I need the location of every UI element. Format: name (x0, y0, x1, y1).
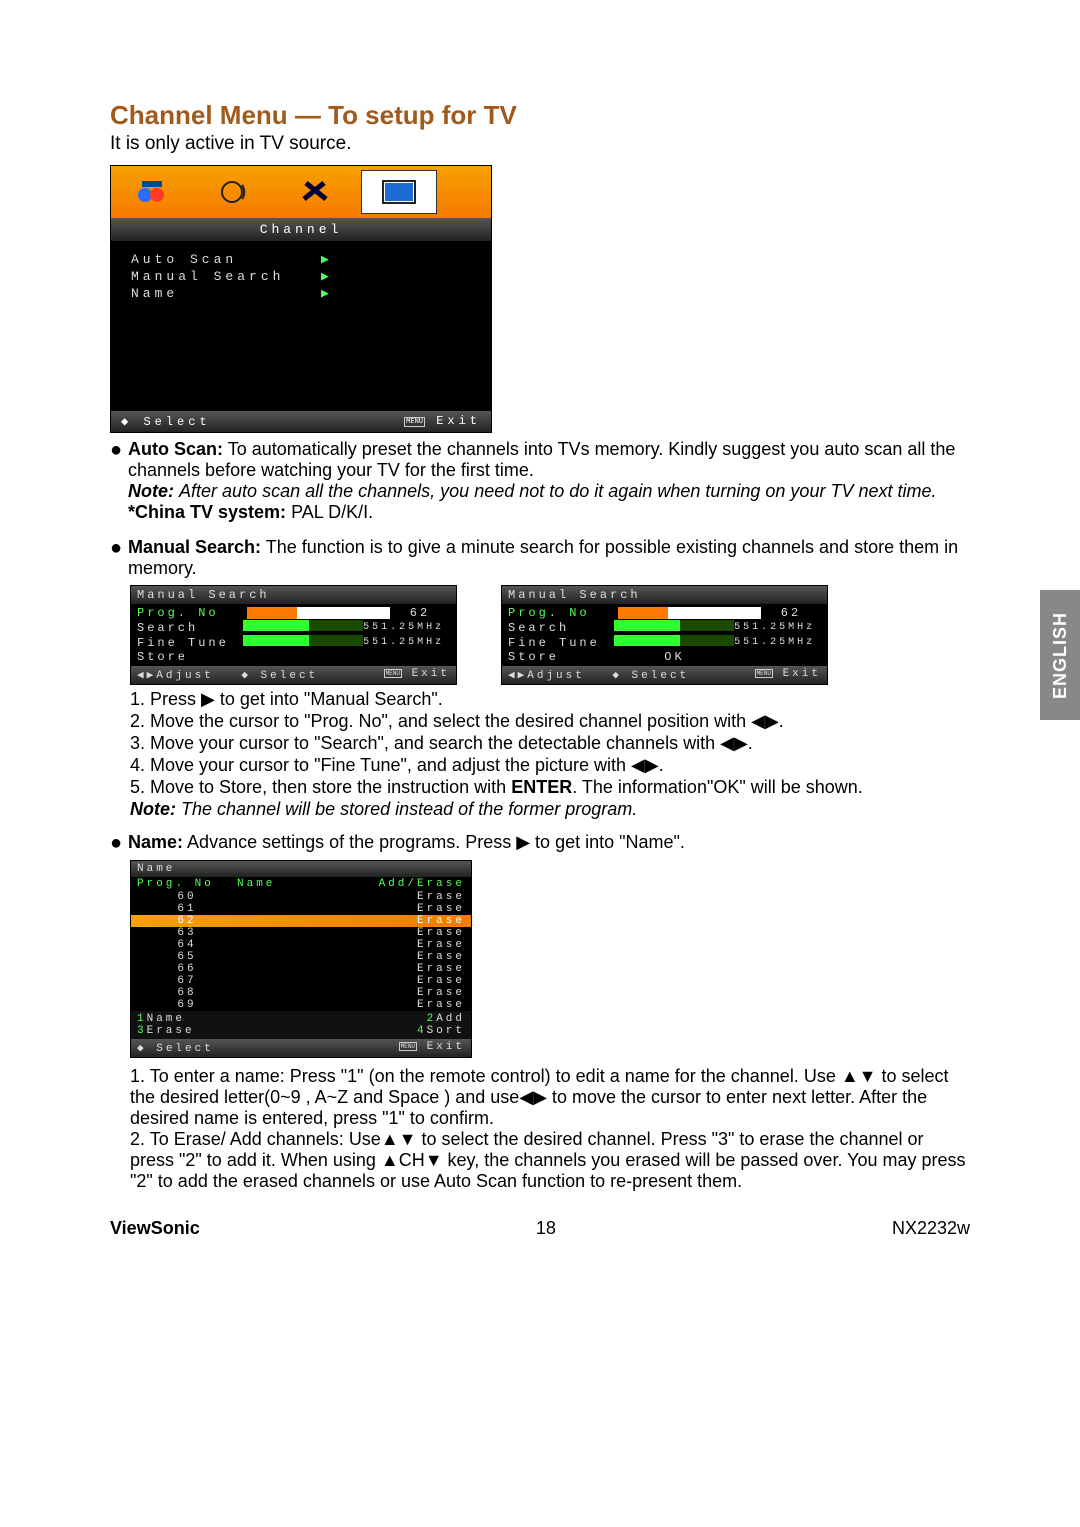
osd-body: Auto Scan ▶ Manual Search ▶ Name ▶ (111, 241, 491, 411)
osd-item-name[interactable]: Name ▶ (131, 285, 491, 302)
name-osd: Name Prog. No Name Add/Erase 60Erase61Er… (130, 860, 472, 1058)
auto-scan-label: Auto Scan: (128, 439, 223, 459)
table-row[interactable]: 60Erase (131, 891, 471, 903)
table-row[interactable]: 68Erase (131, 987, 471, 999)
manual-search-osd-1: Manual Search Prog. No62 Search551.25MHz… (130, 585, 457, 685)
manual-search-steps: 1. Press ▶ to get into "Manual Search". … (130, 689, 970, 820)
chevron-right-icon: ▶ (321, 286, 333, 301)
page-number: 18 (536, 1218, 556, 1239)
page-footer: ViewSonic 18 NX2232w (110, 1218, 970, 1239)
chevron-right-icon: ▶ (321, 252, 333, 267)
intro-text: It is only active in TV source. (110, 133, 970, 155)
setup-icon (279, 171, 353, 213)
manual-search-osd-2: Manual Search Prog. No62 Search551.25MHz… (501, 585, 828, 685)
osd-item-autoscan[interactable]: Auto Scan ▶ (131, 251, 491, 268)
sound-icon (197, 171, 271, 213)
table-row[interactable]: 64Erase (131, 939, 471, 951)
table-row[interactable]: 67Erase (131, 975, 471, 987)
picture-icon (115, 171, 189, 213)
table-row[interactable]: 69Erase (131, 999, 471, 1011)
bullet-icon: ● (110, 537, 128, 559)
osd-footer: ◆ Select MENU Exit (111, 411, 491, 432)
table-row[interactable]: 66Erase (131, 963, 471, 975)
channel-icon (361, 170, 437, 214)
osd-title: Channel (111, 218, 491, 241)
auto-scan-text: To automatically preset the channels int… (128, 439, 955, 480)
auto-scan-note: After auto scan all the channels, you ne… (179, 481, 936, 501)
table-row[interactable]: 62Erase (131, 915, 471, 927)
brand-label: ViewSonic (110, 1218, 200, 1239)
menu-key-icon: MENU (404, 417, 425, 427)
name-text: Advance settings of the programs. Press … (187, 832, 685, 852)
note-label: Note: (128, 481, 174, 501)
table-row[interactable]: 63Erase (131, 927, 471, 939)
chevron-right-icon: ▶ (321, 269, 333, 284)
china-tv-label: *China TV system: (128, 502, 286, 522)
model-label: NX2232w (892, 1218, 970, 1239)
channel-osd: Channel Auto Scan ▶ Manual Search ▶ Name… (110, 165, 492, 433)
language-tab: ENGLISH (1040, 590, 1080, 720)
table-row[interactable]: 61Erase (131, 903, 471, 915)
china-tv-value: PAL D/K/I. (291, 502, 373, 522)
osd-item-manualsearch[interactable]: Manual Search ▶ (131, 268, 491, 285)
page-title: Channel Menu — To setup for TV (110, 100, 970, 131)
table-row[interactable]: 65Erase (131, 951, 471, 963)
bullet-icon: ● (110, 439, 128, 461)
name-instructions: 1. To enter a name: Press "1" (on the re… (130, 1066, 970, 1192)
manual-search-label: Manual Search: (128, 537, 261, 557)
name-label: Name: (128, 832, 183, 852)
osd-iconbar (111, 166, 491, 218)
bullet-icon: ● (110, 832, 128, 854)
